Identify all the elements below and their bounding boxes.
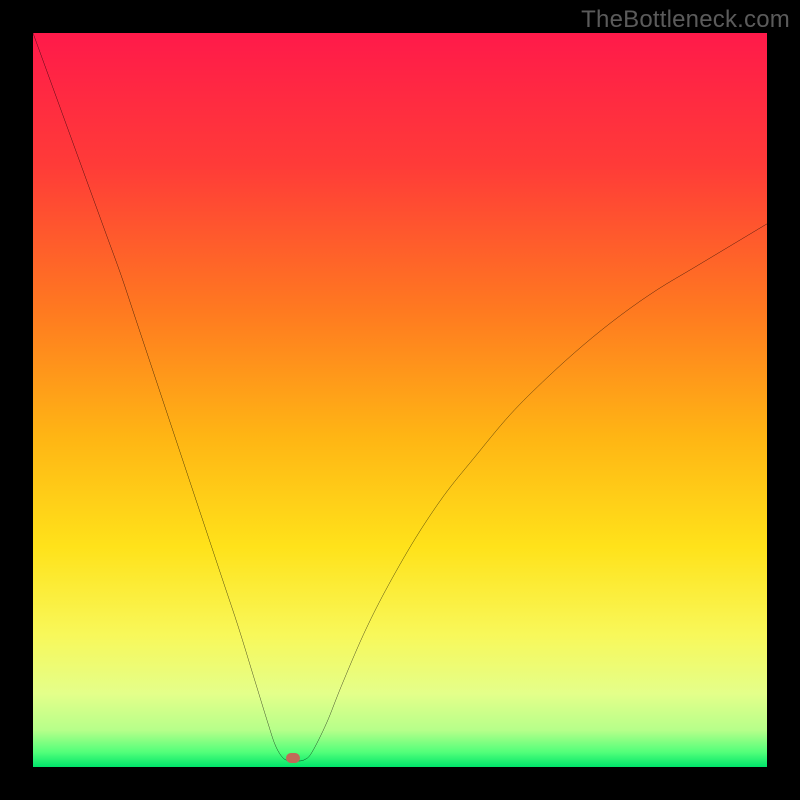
bottleneck-curve — [33, 33, 767, 767]
watermark-text: TheBottleneck.com — [581, 6, 790, 34]
optimal-point-marker — [286, 753, 300, 763]
chart-frame: TheBottleneck.com — [0, 0, 800, 800]
plot-area — [33, 33, 767, 767]
